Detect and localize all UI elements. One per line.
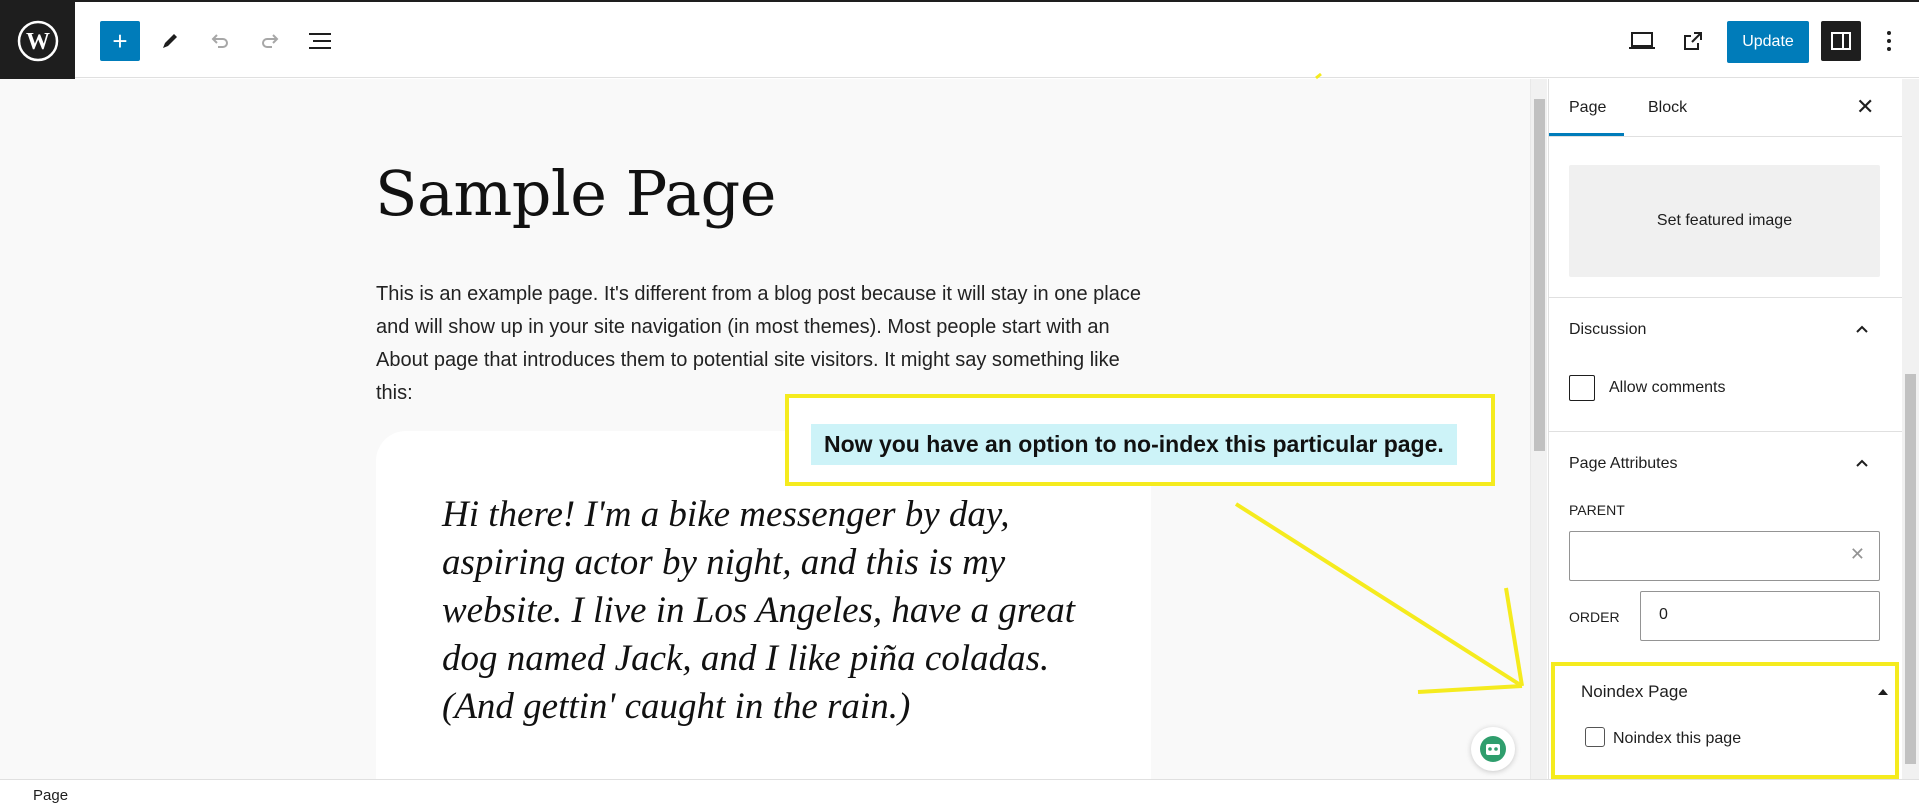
annotation-arrow — [1234, 502, 1524, 694]
redo-icon — [262, 34, 279, 48]
add-block-button[interactable]: + — [100, 21, 140, 61]
more-options-icon — [1887, 31, 1891, 51]
breadcrumb[interactable]: Page — [33, 787, 68, 804]
undo-button[interactable] — [200, 21, 240, 61]
svg-text:W: W — [26, 29, 50, 55]
parent-label: PARENT — [1569, 502, 1625, 518]
sidebar-tabs: Page Block ✕ — [1549, 79, 1903, 137]
options-button[interactable] — [1871, 21, 1907, 61]
editor-scroll-thumb[interactable] — [1534, 99, 1545, 451]
order-label: ORDER — [1569, 609, 1620, 625]
sidebar-toggle-icon — [1831, 32, 1851, 50]
robot-icon — [1480, 736, 1506, 762]
noindex-checkbox-label: Noindex this page — [1613, 730, 1742, 747]
active-tab-indicator — [1549, 133, 1624, 136]
tab-block[interactable]: Block — [1648, 99, 1687, 117]
set-featured-image-button[interactable]: Set featured image — [1569, 165, 1880, 277]
editor-scrollbar[interactable] — [1530, 79, 1547, 779]
annotation-mark — [1315, 72, 1322, 80]
tab-page[interactable]: Page — [1569, 99, 1606, 117]
clear-icon[interactable]: ✕ — [1850, 544, 1865, 565]
list-view-icon — [309, 33, 331, 49]
update-button[interactable]: Update — [1727, 21, 1809, 63]
breadcrumb-bar: Page — [0, 779, 1919, 810]
chevron-up-icon[interactable] — [1852, 319, 1872, 339]
sidebar-scrollbar[interactable] — [1902, 79, 1919, 779]
page-attributes-panel-title[interactable]: Page Attributes — [1569, 455, 1678, 473]
wordpress-icon[interactable]: W — [0, 2, 75, 80]
allow-comments-label: Allow comments — [1609, 379, 1726, 396]
undo-icon — [211, 34, 228, 48]
plus-icon: + — [112, 25, 128, 56]
pencil-icon — [163, 34, 177, 48]
noindex-panel-title[interactable]: Noindex Page — [1581, 682, 1688, 702]
discussion-panel-title[interactable]: Discussion — [1569, 321, 1646, 339]
settings-button[interactable] — [1821, 21, 1861, 61]
quote-text[interactable]: Hi there! I'm a bike messenger by day, a… — [442, 491, 1082, 731]
assistant-bot-button[interactable] — [1471, 727, 1515, 771]
caret-up-icon[interactable] — [1877, 684, 1889, 702]
intro-paragraph[interactable]: This is an example page. It's different … — [376, 278, 1156, 410]
noindex-checkbox[interactable] — [1585, 727, 1605, 747]
chevron-up-icon[interactable] — [1852, 453, 1872, 473]
featured-image-label: Set featured image — [1656, 212, 1793, 229]
annotation-callout: Now you have an option to no-index this … — [785, 394, 1495, 486]
desktop-preview-icon — [1629, 32, 1655, 49]
sidebar-scroll-thumb[interactable] — [1905, 374, 1916, 764]
noindex-panel: Noindex Page Noindex this page — [1551, 662, 1899, 779]
redo-button[interactable] — [250, 21, 290, 61]
order-input[interactable]: 0 — [1640, 591, 1880, 641]
external-link-icon — [1684, 32, 1702, 50]
divider — [1549, 297, 1903, 298]
page-title[interactable]: Sample Page — [375, 157, 776, 230]
view-page-button[interactable] — [1673, 21, 1713, 61]
preview-button[interactable] — [1622, 21, 1662, 61]
list-view-button[interactable] — [300, 21, 340, 61]
parent-select[interactable]: ✕ — [1569, 531, 1880, 581]
close-icon[interactable]: ✕ — [1856, 94, 1874, 120]
divider — [1549, 431, 1903, 432]
editor-toolbar: W + Update — [0, 0, 1919, 80]
allow-comments-checkbox[interactable] — [1569, 375, 1595, 401]
tools-button[interactable] — [150, 21, 190, 61]
annotation-text: Now you have an option to no-index this … — [811, 424, 1457, 465]
